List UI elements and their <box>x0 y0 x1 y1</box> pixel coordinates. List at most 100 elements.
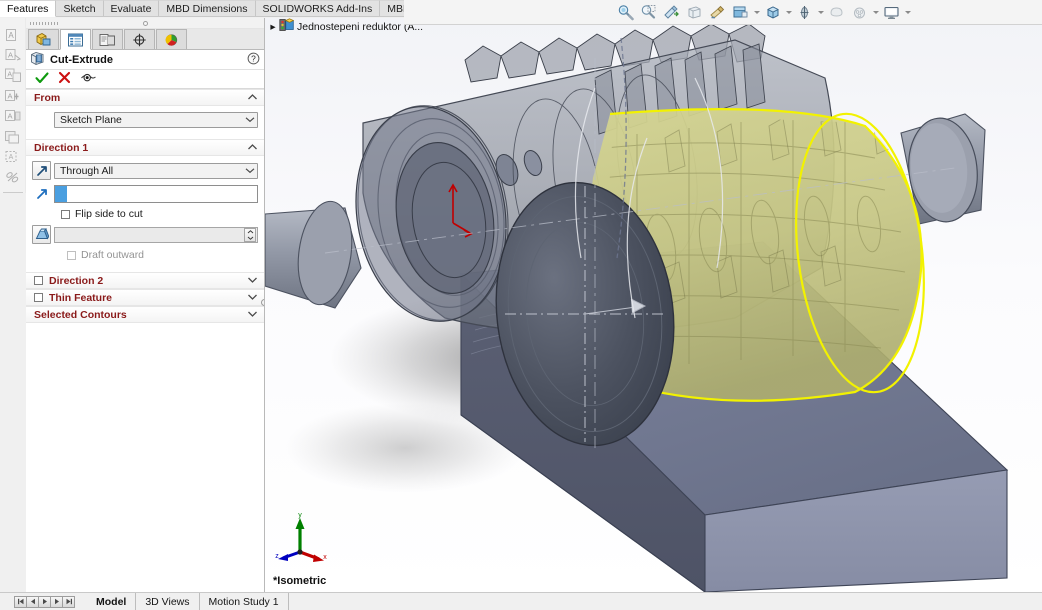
block-icon[interactable]: A <box>2 147 24 167</box>
section-from-header[interactable]: From <box>26 89 264 106</box>
ribbon-tab-solidworks-add-ins[interactable]: SOLIDWORKS Add-Ins <box>255 0 381 16</box>
ribbon-tab-features[interactable]: Features <box>0 0 57 17</box>
direction-reference-row <box>32 185 258 203</box>
auto-balloon-icon[interactable]: A <box>2 66 24 86</box>
ribbon-tab-sketch[interactable]: Sketch <box>56 0 104 16</box>
display-manager-icon[interactable] <box>881 2 902 23</box>
view-toolbar <box>404 0 1042 25</box>
section-direction1-header[interactable]: Direction 1 <box>26 139 264 156</box>
draft-outward-checkbox[interactable] <box>67 250 76 260</box>
section-thin-feature-header[interactable]: Thin Feature <box>26 289 264 306</box>
zoom-to-fit-icon[interactable] <box>615 2 636 23</box>
section-selected-contours-header[interactable]: Selected Contours <box>26 306 264 323</box>
svg-text:A: A <box>8 154 13 161</box>
dimxpert-manager-tab[interactable] <box>124 29 155 49</box>
section-direction2-header[interactable]: Direction 2 <box>26 272 264 289</box>
section-direction1-body: Through All Flip side to cut Draft outwa… <box>26 156 264 272</box>
view-settings-icon[interactable] <box>849 2 870 23</box>
section-direction2: Direction 2 <box>26 272 264 289</box>
display-manager-dropdown-caret[interactable] <box>903 2 912 23</box>
solidworks-window: Features Sketch Evaluate MBD Dimensions … <box>0 0 1042 610</box>
end-condition-value: Through All <box>60 164 114 177</box>
graphics-viewport[interactable]: y x z *Isometric <box>265 18 1042 592</box>
end-condition-row: Through All <box>32 161 258 180</box>
surface-finish-icon[interactable]: A <box>2 86 24 106</box>
construction-geometry-icon[interactable] <box>2 168 24 188</box>
section-view-icon[interactable] <box>684 2 705 23</box>
status-bar: Model 3D Views Motion Study 1 <box>0 592 1042 610</box>
display-manager-tab[interactable] <box>156 29 187 49</box>
svg-text:A: A <box>8 31 14 40</box>
doc-tab-motion-study-1[interactable]: Motion Study 1 <box>200 593 289 610</box>
property-manager-title-bar: Cut-Extrude ? <box>26 51 264 70</box>
edit-appearance-dropdown-caret[interactable] <box>816 2 825 23</box>
previous-view-icon[interactable] <box>661 2 682 23</box>
chevron-down-icon[interactable] <box>247 292 258 304</box>
last-frame-button[interactable] <box>62 595 75 608</box>
section-direction2-title: Direction 2 <box>49 274 104 287</box>
from-condition-select[interactable]: Sketch Plane <box>54 111 258 128</box>
draft-on-off-button[interactable] <box>32 225 51 244</box>
assembly-icon <box>279 18 295 35</box>
note-icon[interactable]: A <box>2 25 24 45</box>
hide-show-items-icon[interactable] <box>762 2 783 23</box>
feature-manager-tab[interactable] <box>28 29 59 49</box>
edit-appearance-icon[interactable] <box>794 2 815 23</box>
chevron-down-icon[interactable] <box>247 309 258 321</box>
view-settings-dropdown-caret[interactable] <box>871 2 880 23</box>
hide-show-dropdown-caret[interactable] <box>784 2 793 23</box>
panel-pin-icon[interactable] <box>142 20 148 26</box>
zoom-to-area-icon[interactable] <box>638 2 659 23</box>
view-orientation-label: *Isometric <box>273 575 327 587</box>
tree-expander-icon[interactable]: ▸ <box>268 21 278 33</box>
ribbon-tab-evaluate[interactable]: Evaluate <box>103 0 160 16</box>
flip-side-to-cut-label: Flip side to cut <box>75 208 143 220</box>
ribbon-tab-features-label: Features <box>7 2 49 15</box>
flip-side-to-cut-checkbox-row[interactable]: Flip side to cut <box>61 208 258 220</box>
ok-button[interactable] <box>35 71 49 88</box>
chevron-down-icon[interactable] <box>247 275 258 287</box>
end-condition-select[interactable]: Through All <box>54 162 258 179</box>
direction2-enable-checkbox[interactable] <box>34 276 43 285</box>
chevron-down-icon[interactable] <box>242 164 257 178</box>
area-hatch-icon[interactable] <box>2 127 24 147</box>
flip-side-to-cut-checkbox[interactable] <box>61 209 70 219</box>
chevron-up-icon[interactable] <box>247 142 258 154</box>
draft-outward-checkbox-row[interactable]: Draft outward <box>67 249 258 261</box>
doc-tab-model[interactable]: Model <box>87 593 137 610</box>
direction-reference-input[interactable] <box>54 185 258 203</box>
view-triad: y x z <box>275 512 327 562</box>
weld-symbol-icon[interactable]: A <box>2 107 24 127</box>
thin-feature-enable-checkbox[interactable] <box>34 293 43 302</box>
property-manager-tab[interactable] <box>60 29 91 50</box>
cancel-button[interactable] <box>58 71 71 87</box>
display-style-icon[interactable] <box>730 2 751 23</box>
ribbon-tab-mbd-dimensions[interactable]: MBD Dimensions <box>159 0 256 16</box>
chevron-up-icon[interactable] <box>247 92 258 104</box>
display-style-dropdown-caret[interactable] <box>752 2 761 23</box>
from-condition-value: Sketch Plane <box>60 113 122 126</box>
help-icon[interactable]: ? <box>247 52 260 68</box>
chevron-down-icon[interactable] <box>242 113 257 127</box>
balloon-icon[interactable]: A <box>2 45 24 65</box>
annotation-toolbar: A A A A A A <box>0 18 26 193</box>
triad-y-label: y <box>298 512 302 519</box>
section-from-body: Sketch Plane <box>26 106 264 139</box>
draft-angle-stepper[interactable] <box>244 227 256 242</box>
from-spacer <box>32 111 51 128</box>
draft-angle-row <box>32 225 258 244</box>
draft-angle-input[interactable] <box>54 226 258 243</box>
preview-button[interactable] <box>80 71 97 87</box>
reverse-direction-button[interactable] <box>32 161 51 180</box>
toolbar-divider <box>2 192 23 193</box>
view-orientation-icon[interactable] <box>707 2 728 23</box>
direction-vector-icon[interactable] <box>32 186 51 203</box>
draft-outward-label: Draft outward <box>81 249 145 261</box>
panel-resize-handle[interactable] <box>260 298 264 310</box>
ribbon-tab-mbd-dimensions-label: MBD Dimensions <box>166 2 248 15</box>
panel-grip[interactable] <box>26 18 264 29</box>
apply-scene-icon[interactable] <box>826 2 847 23</box>
animation-playback-controls <box>14 595 75 608</box>
doc-tab-3d-views[interactable]: 3D Views <box>136 593 200 610</box>
configuration-manager-tab[interactable] <box>92 29 123 49</box>
